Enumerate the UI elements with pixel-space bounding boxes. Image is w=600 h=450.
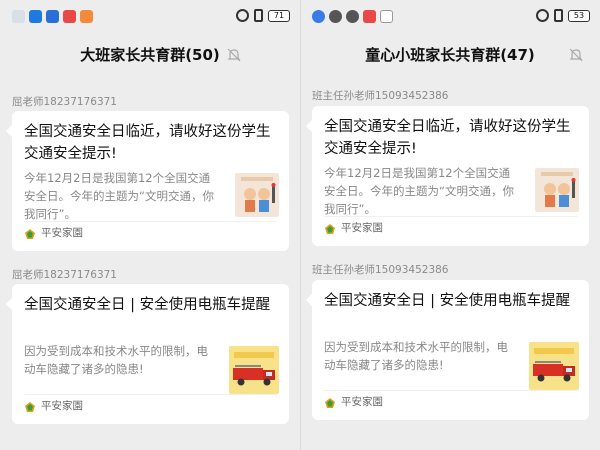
app-notification-icon (29, 10, 42, 23)
video-app-icon (363, 10, 376, 23)
message-sender: 班主任孙老师15093452386 (312, 90, 449, 102)
article-source: 平安家園 (341, 222, 383, 234)
article-description: 因为受到成本和技术水平的限制，电动车隐藏了诸多的隐患! (24, 344, 208, 376)
group-title[interactable]: 童心小班家长共育群(47) (365, 38, 535, 72)
vibrate-icon (254, 9, 263, 22)
article-source: 平安家園 (41, 400, 83, 412)
status-bar: 71 (0, 0, 300, 34)
app-notification-icon (380, 10, 393, 23)
app-notification-icon (312, 10, 325, 23)
fire-truck-thumbnail (229, 346, 279, 394)
shared-article-card[interactable]: 全国交通安全日 | 安全使用电瓶车提醒 因为受到成本和技术水平的限制，电动车隐藏… (6, 284, 289, 424)
chat-header: 大班家长共育群(50) (0, 38, 300, 72)
chat-pane-right: 53 童心小班家长共育群(47) 班主任孙老师15093452386 全国交通安… (300, 0, 600, 450)
fire-truck-thumbnail (529, 342, 579, 390)
source-logo-icon (325, 398, 335, 408)
article-source: 平安家園 (341, 396, 383, 408)
source-logo-icon (25, 402, 35, 412)
shared-article-card[interactable]: 全国交通安全日临近，请收好这份学生交通安全提示! 今年12月2日是我国第12个全… (6, 111, 289, 251)
alarm-icon (236, 9, 249, 22)
qq-icon (346, 10, 359, 23)
message-sender: 屈老师18237176371 (12, 269, 117, 281)
source-logo-icon (25, 229, 35, 239)
battery-indicator: 71 (268, 9, 290, 22)
article-description: 今年12月2日是我国第12个全国交通安全日。今年的主题为“文明交通，你我同行”。 (24, 171, 214, 221)
article-title: 全国交通安全日临近，请收好这份学生交通安全提示! (24, 124, 271, 162)
shared-article-card[interactable]: 全国交通安全日 | 安全使用电瓶车提醒 因为受到成本和技术水平的限制，电动车隐藏… (306, 280, 589, 420)
app-notification-icon (12, 10, 25, 23)
article-title: 全国交通安全日 | 安全使用电瓶车提醒 (324, 293, 571, 309)
mute-bell-icon (569, 48, 583, 62)
message-sender: 班主任孙老师15093452386 (312, 264, 449, 276)
vibrate-icon (554, 9, 563, 22)
status-bar: 53 (300, 0, 600, 34)
alarm-icon (536, 9, 549, 22)
chat-header: 童心小班家长共育群(47) (300, 38, 600, 72)
article-title: 全国交通安全日临近，请收好这份学生交通安全提示! (324, 119, 571, 157)
chat-pane-left: 71 大班家长共育群(50) 屈老师18237176371 全国交通安全日临近，… (0, 0, 300, 450)
traffic-kids-thumbnail (535, 168, 579, 212)
source-logo-icon (325, 224, 335, 234)
traffic-kids-thumbnail (235, 173, 279, 217)
article-description: 今年12月2日是我国第12个全国交通安全日。今年的主题为“文明交通，你我同行”。 (324, 166, 514, 216)
taobao-icon (80, 10, 93, 23)
mute-bell-icon (227, 48, 241, 62)
app-notification-icon (46, 10, 59, 23)
article-title: 全国交通安全日 | 安全使用电瓶车提醒 (24, 297, 271, 313)
article-description: 因为受到成本和技术水平的限制，电动车隐藏了诸多的隐患! (324, 340, 508, 372)
video-app-icon (63, 10, 76, 23)
group-title[interactable]: 大班家长共育群(50) (80, 38, 220, 72)
message-sender: 屈老师18237176371 (12, 96, 117, 108)
qq-icon (329, 10, 342, 23)
battery-indicator: 53 (568, 9, 590, 22)
shared-article-card[interactable]: 全国交通安全日临近，请收好这份学生交通安全提示! 今年12月2日是我国第12个全… (306, 106, 589, 246)
article-source: 平安家園 (41, 227, 83, 239)
